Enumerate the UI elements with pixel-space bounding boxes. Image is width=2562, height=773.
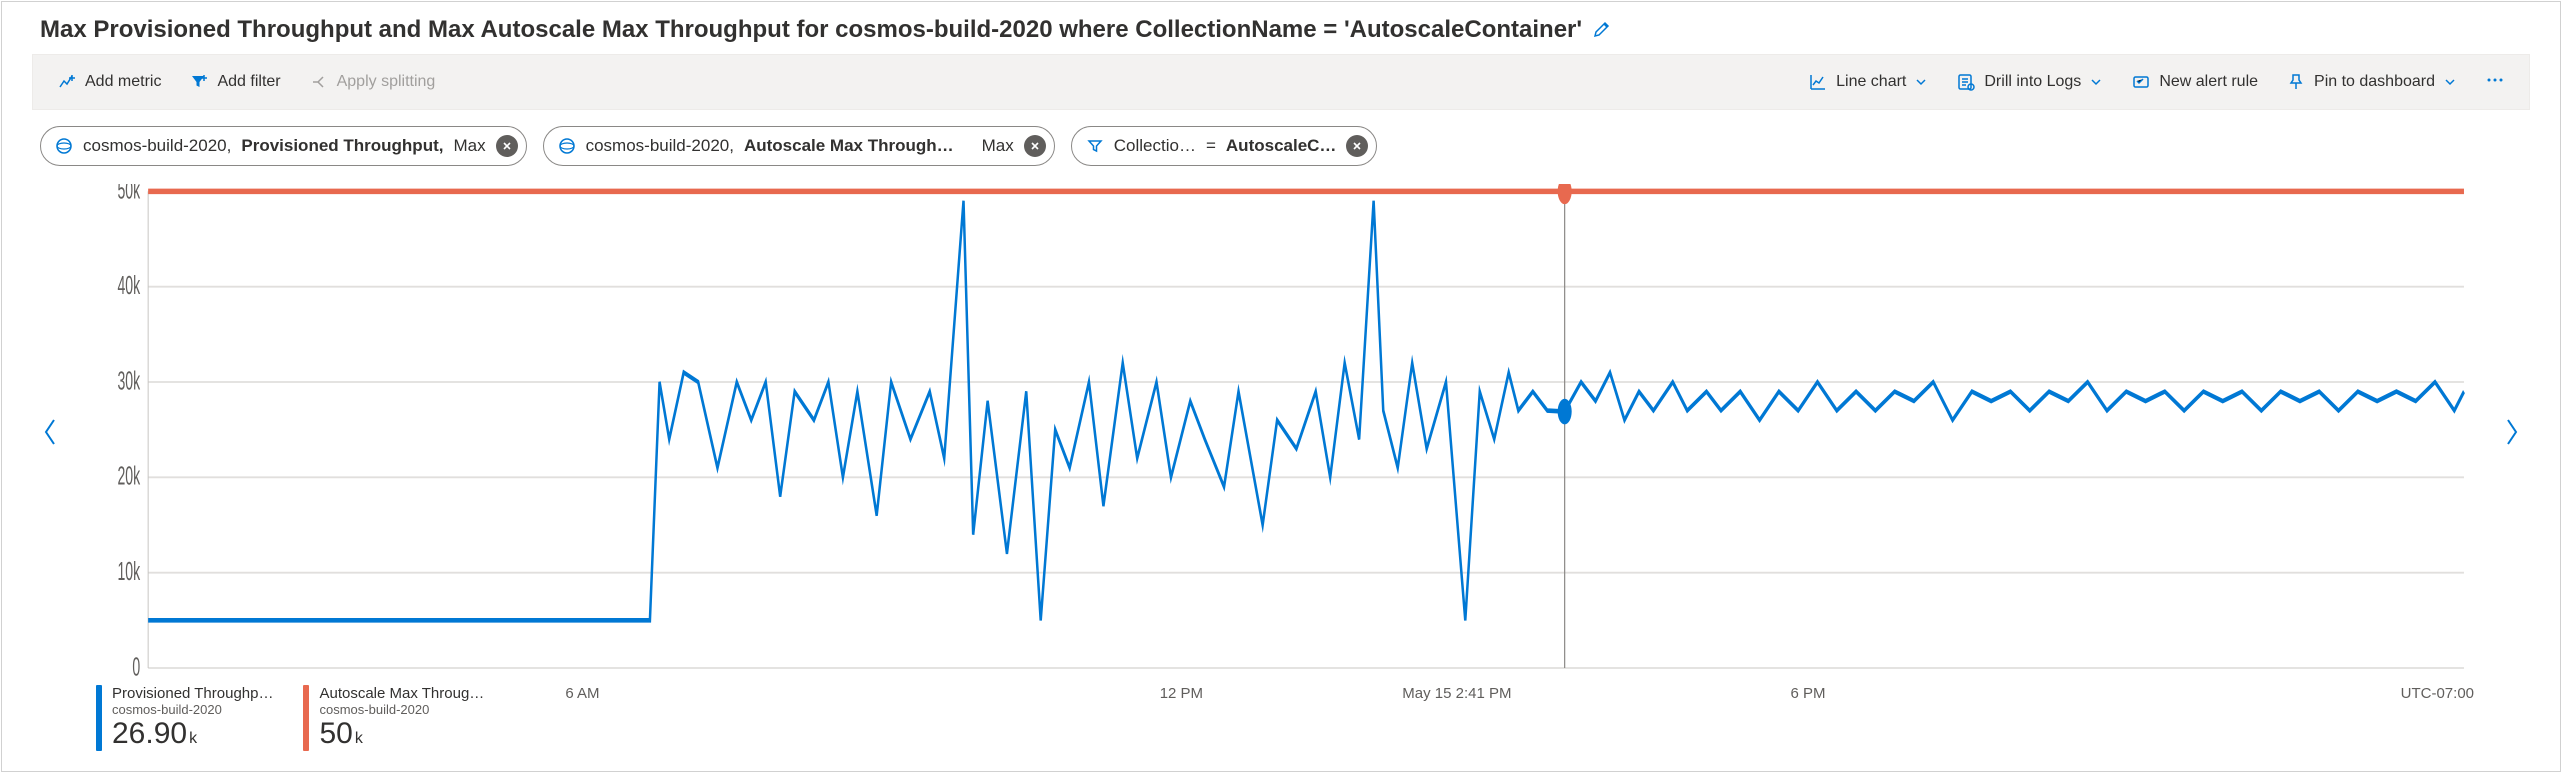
legend-name-2: Autoscale Max Throug…: [319, 685, 484, 702]
chart[interactable]: 50k40k30k20k10k0 6 AM 12 PM May 15 2:41 …: [68, 184, 2494, 679]
chart-svg: 50k 40k 30k 20k 10k 0: [88, 184, 2474, 679]
close-icon[interactable]: [496, 135, 518, 157]
close-icon[interactable]: [1024, 135, 1046, 157]
svg-text:10k: 10k: [118, 558, 141, 587]
legend-unit-1: k: [189, 730, 197, 747]
toolbar: Add metric Add filter Apply splitting Li…: [32, 54, 2530, 110]
close-icon[interactable]: [1346, 135, 1368, 157]
add-metric-label: Add metric: [85, 73, 161, 91]
prev-button[interactable]: [32, 184, 68, 679]
filter-val: AutoscaleC…: [1226, 136, 1337, 156]
chevron-down-icon: [2443, 75, 2457, 89]
pin-dashboard-button[interactable]: Pin to dashboard: [2274, 66, 2469, 98]
pill1-metric: Provisioned Throughput,: [241, 136, 443, 156]
svg-text:0: 0: [132, 653, 140, 679]
drill-logs-label: Drill into Logs: [1984, 73, 2081, 91]
pill1-resource: cosmos-build-2020,: [83, 136, 231, 156]
metrics-panel: Max Provisioned Throughput and Max Autos…: [1, 1, 2561, 772]
legend-sub-1: cosmos-build-2020: [112, 702, 273, 717]
ellipsis-icon: [2485, 70, 2505, 95]
svg-text:50k: 50k: [118, 184, 141, 205]
metric-pill-1[interactable]: cosmos-build-2020, Provisioned Throughpu…: [40, 126, 527, 166]
svg-text:30k: 30k: [118, 367, 141, 396]
legend-color-1: [96, 685, 102, 751]
legend-color-2: [303, 685, 309, 751]
chevron-down-icon: [2089, 75, 2103, 89]
pill2-metric: Autoscale Max Through…: [744, 136, 954, 156]
filter-icon: [1086, 137, 1104, 155]
new-alert-label: New alert rule: [2159, 73, 2258, 91]
edit-icon[interactable]: [1592, 19, 1612, 42]
cursor-label: May 15 2:41 PM: [1402, 685, 1511, 702]
svg-text:20k: 20k: [118, 462, 141, 491]
legend-series-2[interactable]: Autoscale Max Throug… cosmos-build-2020 …: [303, 685, 484, 751]
next-button[interactable]: [2494, 184, 2530, 679]
add-metric-button[interactable]: Add metric: [45, 66, 173, 98]
pill-row: cosmos-build-2020, Provisioned Throughpu…: [32, 110, 2530, 174]
legend-name-1: Provisioned Throughp…: [112, 685, 273, 702]
pin-dashboard-label: Pin to dashboard: [2314, 73, 2435, 91]
more-button[interactable]: [2473, 64, 2517, 101]
svg-text:40k: 40k: [118, 272, 141, 301]
legend-val-2: 50: [319, 717, 352, 750]
apply-splitting-button: Apply splitting: [297, 66, 448, 98]
add-metric-icon: [57, 72, 77, 92]
x-tick-12pm: 12 PM: [1160, 685, 1203, 702]
apply-splitting-label: Apply splitting: [337, 73, 436, 91]
line-chart-button[interactable]: Line chart: [1796, 66, 1940, 98]
page-title: Max Provisioned Throughput and Max Autos…: [40, 16, 1582, 44]
line-chart-icon: [1808, 72, 1828, 92]
filter-icon: [189, 72, 209, 92]
x-tick-6pm: 6 PM: [1790, 685, 1825, 702]
title-row: Max Provisioned Throughput and Max Autos…: [32, 12, 2530, 54]
cosmos-icon: [558, 137, 576, 155]
new-alert-button[interactable]: New alert rule: [2119, 66, 2270, 98]
cosmos-icon: [55, 137, 73, 155]
alert-icon: [2131, 72, 2151, 92]
pin-icon: [2286, 72, 2306, 92]
add-filter-label: Add filter: [217, 73, 280, 91]
legend-val-1: 26.90: [112, 717, 187, 750]
line-chart-label: Line chart: [1836, 73, 1906, 91]
filter-pill[interactable]: Collectio… = AutoscaleC…: [1071, 126, 1378, 166]
x-tick-6am: 6 AM: [565, 685, 599, 702]
drill-logs-button[interactable]: Drill into Logs: [1944, 66, 2115, 98]
legend-series-1[interactable]: Provisioned Throughp… cosmos-build-2020 …: [96, 685, 273, 751]
metric-pill-2[interactable]: cosmos-build-2020, Autoscale Max Through…: [543, 126, 1055, 166]
pill1-agg: Max: [453, 136, 485, 156]
legend-unit-2: k: [355, 730, 363, 747]
legend-sub-2: cosmos-build-2020: [319, 702, 484, 717]
filter-eq: =: [1206, 136, 1216, 156]
split-icon: [309, 72, 329, 92]
pill2-agg: Max: [982, 136, 1014, 156]
chart-row: 50k40k30k20k10k0 6 AM 12 PM May 15 2:41 …: [32, 174, 2530, 679]
legend-row: Provisioned Throughp… cosmos-build-2020 …: [32, 679, 2530, 751]
tz-label: UTC-07:00: [2401, 685, 2474, 702]
add-filter-button[interactable]: Add filter: [177, 66, 292, 98]
pill2-resource: cosmos-build-2020,: [586, 136, 734, 156]
logs-icon: [1956, 72, 1976, 92]
chevron-down-icon: [1914, 75, 1928, 89]
filter-key: Collectio…: [1114, 136, 1196, 156]
